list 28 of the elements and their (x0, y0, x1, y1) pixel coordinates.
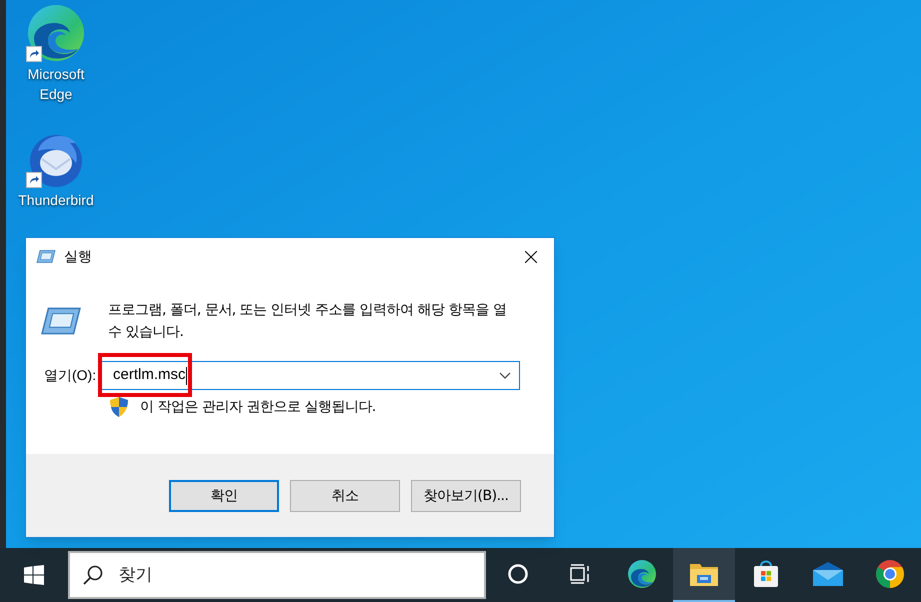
task-view-icon (569, 563, 591, 585)
search-input[interactable]: 찾기 (118, 562, 484, 588)
description-text: 프로그램, 폴더, 문서, 또는 인터넷 주소를 입력하여 해당 항목을 열 수 있습니다. (108, 301, 508, 342)
desktop-icon-label[interactable]: Thunderbird (11, 190, 101, 210)
open-label: 열기(O): (44, 366, 98, 385)
windows-logo-icon (24, 565, 44, 585)
edge-icon (26, 3, 86, 63)
desktop-icon-label[interactable]: Microsoft Edge (11, 64, 101, 104)
input-value: certlm.msc (113, 365, 186, 386)
chrome-icon (875, 559, 905, 589)
run-icon (36, 249, 56, 264)
envelope-icon (812, 561, 844, 587)
shield-icon (109, 396, 129, 418)
dialog-button[interactable]: 취소 (290, 480, 400, 512)
open-combobox[interactable]: certlm.msc (100, 361, 520, 390)
search-field[interactable]: 찾기 (68, 551, 486, 599)
run-icon (40, 305, 82, 337)
circle-icon (507, 563, 529, 585)
window-title: 실행 (64, 247, 92, 266)
close-icon (525, 250, 537, 262)
taskbar-button[interactable] (673, 548, 735, 602)
shopping-bag-icon (752, 559, 780, 589)
chevron-down-icon (499, 372, 511, 380)
dialog-button[interactable]: 확인 (169, 480, 279, 512)
edge-icon (627, 559, 657, 589)
dialog-button[interactable]: 찾아보기(B)... (411, 480, 521, 512)
admin-note: 이 작업은 관리자 권한으로 실행됩니다. (140, 398, 376, 416)
search-icon (82, 564, 104, 586)
